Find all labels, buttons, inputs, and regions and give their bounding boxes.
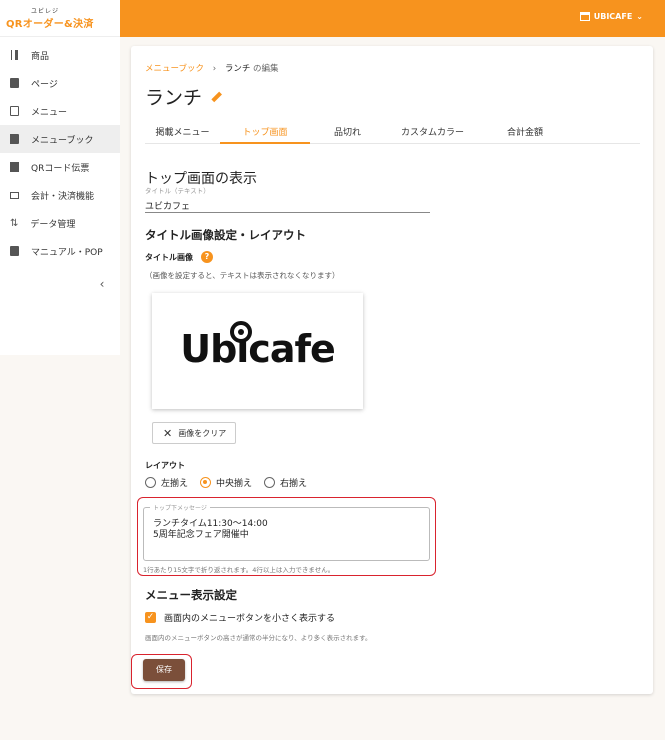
app-logo[interactable]: ユビレジ QRオーダー&決済	[0, 0, 120, 37]
logo-ring-icon	[230, 321, 252, 343]
breadcrumb-link-menubook[interactable]: メニューブック	[145, 64, 204, 74]
layout-label: レイアウト	[145, 461, 185, 470]
checkbox-checked-icon[interactable]: ✓	[145, 612, 156, 623]
sidebar-item-label: メニューブック	[31, 135, 94, 146]
sidebar-item-label: QRコード伝票	[31, 163, 90, 174]
small-buttons-label: 画面内のメニューボタンを小さく表示する	[164, 614, 336, 624]
title-text-input[interactable]: ユビカフェ	[145, 197, 430, 213]
editor-card: メニューブック › ランチ の編集 ランチ 掲載メニュー トップ画面 品切れ カ…	[131, 46, 653, 694]
title-image-note: （画像を設定すると、テキストは表示されなくなります）	[145, 271, 340, 280]
tab-total-amount[interactable]: 合計金額	[480, 120, 570, 144]
sidebar-item-label: マニュアル・POP	[31, 247, 103, 258]
sidebar-item-label: ページ	[31, 79, 58, 90]
sidebar-item-label: 商品	[31, 51, 50, 62]
breadcrumb-suffix: の編集	[253, 64, 279, 74]
collapse-sidebar-button[interactable]: ‹	[0, 277, 120, 291]
sidebar-item-payment[interactable]: 会計・決済機能	[0, 181, 120, 209]
radio-circle-icon	[145, 477, 156, 488]
sidebar-item-menus[interactable]: メニュー	[0, 97, 120, 125]
radio-align-center[interactable]: 中央揃え	[200, 476, 252, 489]
top-message-label: トップ下メッセージ	[150, 503, 210, 512]
top-message-helper: 1行あたり15文字で折り返されます。4行以上は入力できません。	[143, 566, 335, 574]
chevron-down-icon: ⌄	[636, 12, 643, 21]
sidebar-item-menubooks[interactable]: メニューブック	[0, 125, 120, 153]
radio-align-right[interactable]: 右揃え	[264, 476, 307, 489]
radio-circle-icon	[200, 477, 212, 488]
image-layout-heading: タイトル画像設定・レイアウト	[145, 228, 306, 242]
sidebar-item-label: メニュー	[31, 107, 68, 118]
sidebar-item-label: 会計・決済機能	[31, 191, 95, 202]
radio-circle-icon	[264, 477, 276, 488]
title-image-label: タイトル画像 ?	[145, 251, 213, 263]
title-field-label: タイトル（テキスト）	[145, 187, 210, 195]
ubicafe-logo: Ubicafe	[180, 327, 336, 371]
clear-image-label: 画像をクリア	[178, 428, 227, 438]
radio-label: 左揃え	[161, 479, 189, 489]
radio-align-left[interactable]: 左揃え	[145, 476, 188, 489]
radio-label: 中央揃え	[216, 479, 253, 489]
breadcrumb-current: ランチ	[224, 64, 251, 74]
breadcrumb-separator: ›	[212, 64, 217, 74]
save-button[interactable]: 保存	[143, 659, 185, 681]
store-selector[interactable]: UBICAFE ⌄	[579, 12, 643, 21]
top-app-bar: UBICAFE ⌄	[120, 0, 665, 37]
tab-top-screen[interactable]: トップ画面	[220, 120, 310, 144]
layout-radio-group: 左揃え 中央揃え 右揃え	[145, 476, 307, 489]
page-title-text: ランチ	[145, 87, 203, 109]
list-icon	[10, 106, 19, 116]
tab-bar: 掲載メニュー トップ画面 品切れ カスタムカラー 合計金額	[145, 120, 640, 144]
tab-sold-out[interactable]: 品切れ	[310, 120, 385, 144]
sidebar-item-products[interactable]: 商品	[0, 41, 120, 69]
data-transfer-icon: ⇅	[10, 218, 19, 229]
store-icon	[579, 12, 590, 21]
book-icon	[10, 134, 19, 144]
title-image-label-text: タイトル画像	[145, 252, 193, 262]
sidebar: ユビレジ QRオーダー&決済 商品 ページ メニュー メニューブック QRコード…	[0, 0, 120, 740]
sidebar-item-manual[interactable]: マニュアル・POP	[0, 237, 120, 265]
page-title: ランチ	[145, 83, 220, 110]
top-message-text: ランチタイム11:30〜14:00 5周年記念フェア開催中	[153, 519, 268, 540]
small-buttons-note: 画面内のメニューボタンの高さが通常の半分になり、より多く表示されます。	[145, 634, 372, 642]
tab-custom-color[interactable]: カスタムカラー	[385, 120, 480, 144]
sidebar-item-pages[interactable]: ページ	[0, 69, 120, 97]
menu-display-heading: メニュー表示設定	[145, 588, 237, 602]
sidebar-item-data[interactable]: ⇅ データ管理	[0, 209, 120, 237]
tab-listed-menus[interactable]: 掲載メニュー	[145, 120, 220, 144]
top-message-textarea[interactable]: トップ下メッセージ ランチタイム11:30〜14:00 5周年記念フェア開催中	[143, 503, 430, 561]
manual-icon	[10, 246, 19, 256]
sidebar-item-label: データ管理	[30, 219, 76, 230]
breadcrumb: メニューブック › ランチ の編集	[145, 62, 279, 74]
sidebar-item-qr-slip[interactable]: QRコード伝票	[0, 153, 120, 181]
page-icon	[10, 78, 19, 88]
title-image-preview[interactable]: Ubicafe	[152, 293, 363, 409]
logo-brand: ユビレジ	[31, 8, 60, 15]
store-name: UBICAFE	[593, 12, 633, 21]
clear-image-button[interactable]: ✕ 画像をクリア	[152, 422, 236, 444]
close-icon: ✕	[163, 426, 173, 440]
help-icon[interactable]: ?	[201, 251, 213, 263]
sidebar-nav: 商品 ページ メニュー メニューブック QRコード伝票 会計・決済機能 ⇅ デー…	[0, 37, 120, 355]
logo-product: QRオーダー&決済	[6, 19, 94, 30]
edit-pencil-icon[interactable]	[210, 92, 220, 102]
payment-icon	[10, 191, 19, 199]
small-buttons-option[interactable]: ✓ 画面内のメニューボタンを小さく表示する	[145, 611, 335, 624]
fork-knife-icon	[10, 50, 19, 60]
receipt-icon	[10, 162, 19, 172]
radio-label: 右揃え	[280, 479, 308, 489]
